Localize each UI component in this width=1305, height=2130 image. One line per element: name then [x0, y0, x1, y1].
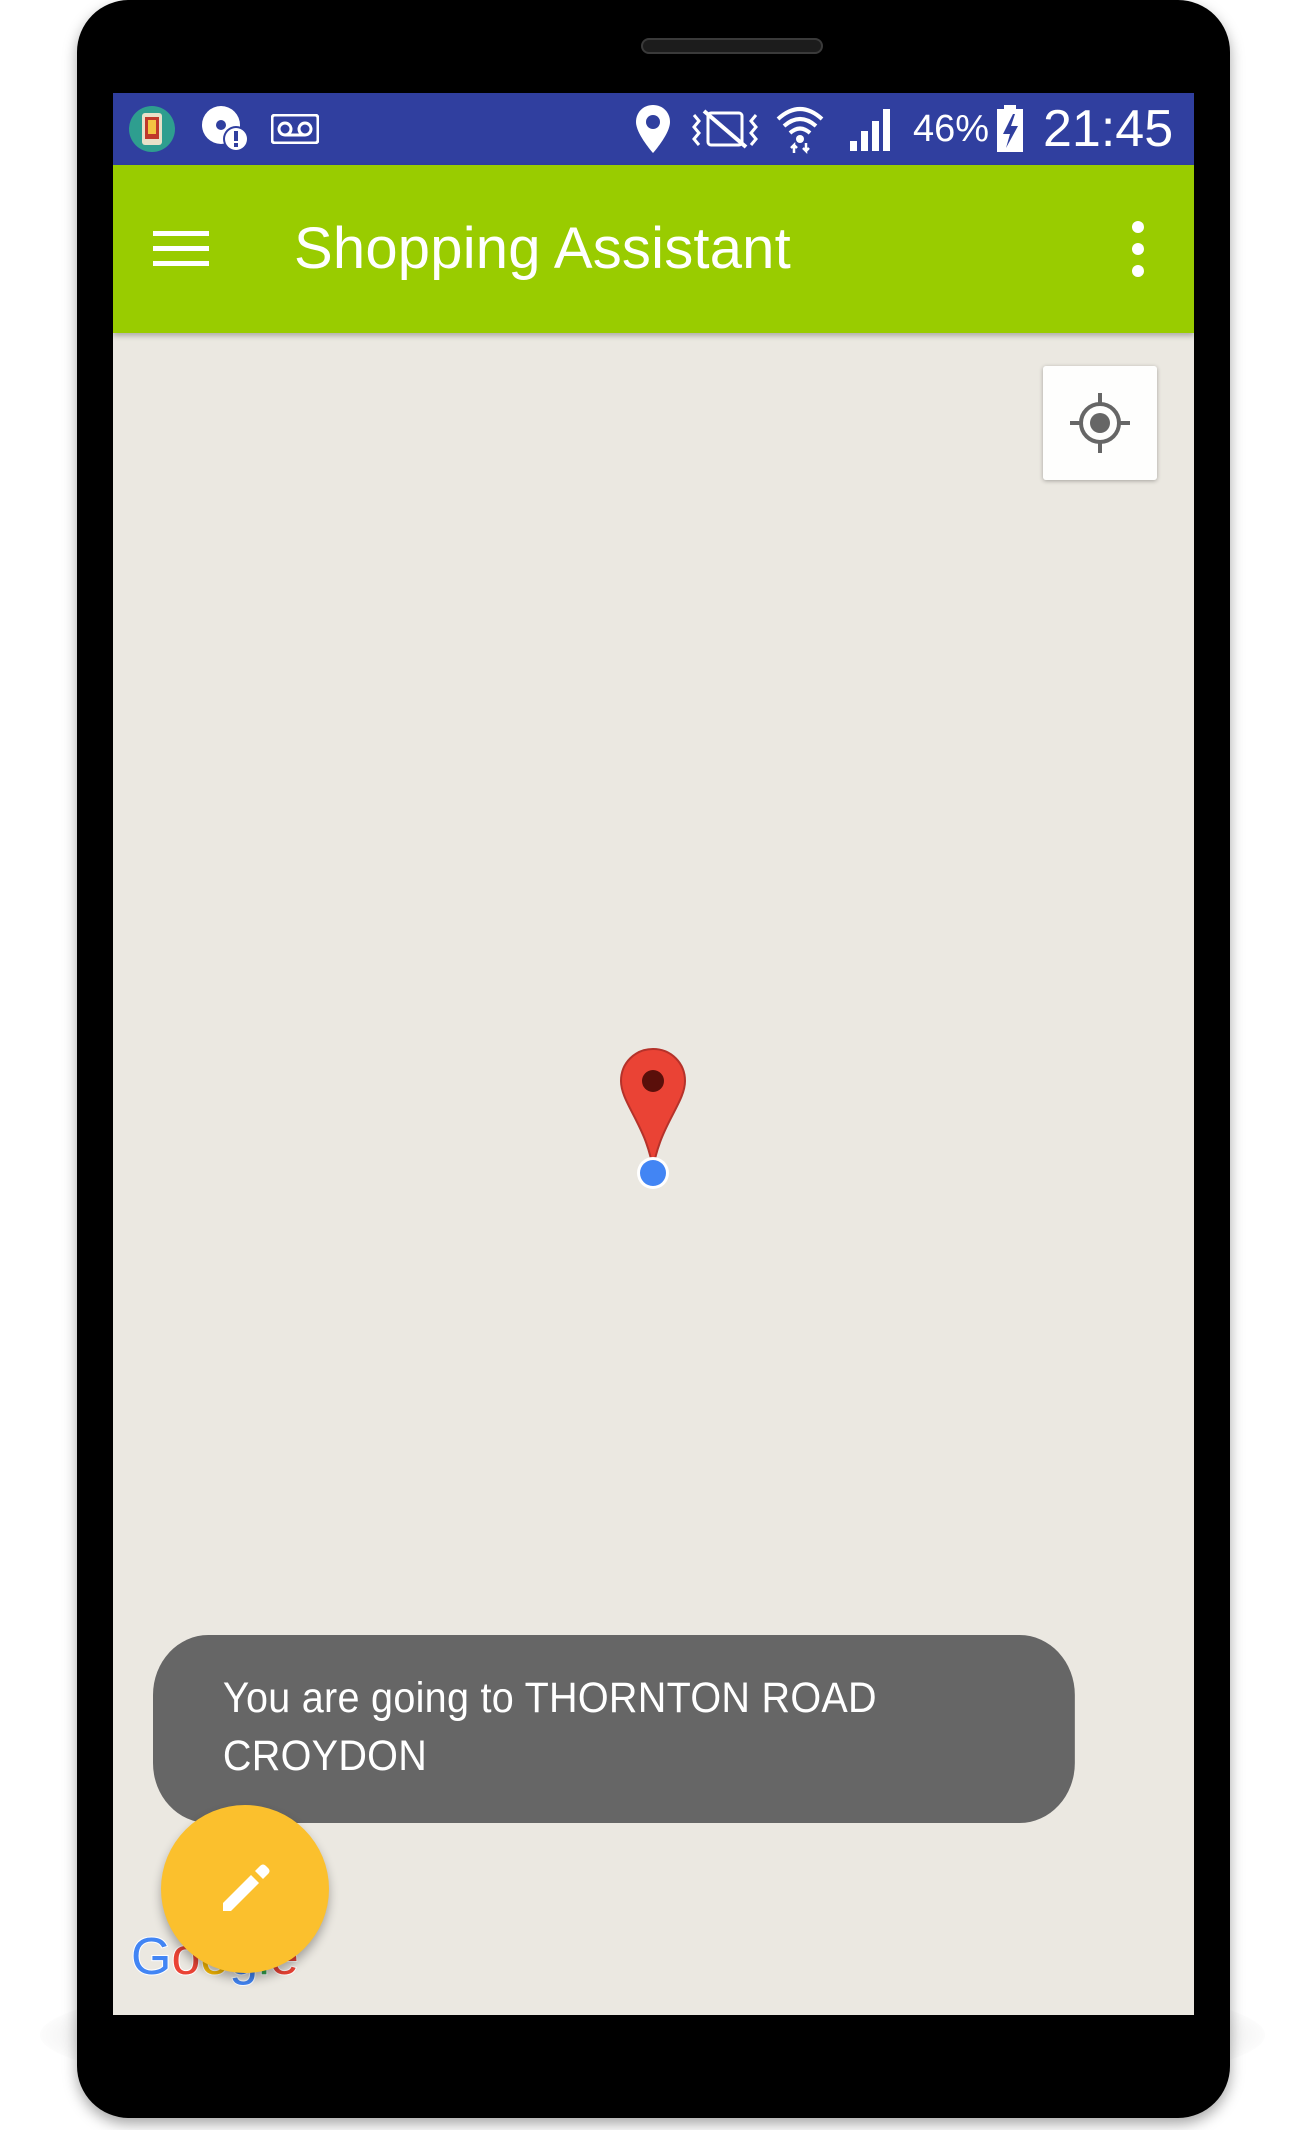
battery-charging-icon [995, 93, 1025, 165]
toast-message: You are going to THORNTON ROAD CROYDON [153, 1635, 1075, 1823]
app-title: Shopping Assistant [294, 216, 791, 281]
my-location-icon [1070, 393, 1130, 453]
map-pin-icon [619, 1047, 687, 1170]
clock-time: 21:45 [1043, 100, 1174, 158]
vibrate-icon [690, 93, 760, 165]
my-location-button[interactable] [1043, 366, 1157, 480]
status-bar: 46% 21:45 [113, 93, 1194, 165]
map-pin-marker[interactable] [618, 1047, 688, 1171]
pencil-edit-icon [223, 1864, 270, 1911]
navigation-menu-button[interactable] [151, 221, 211, 277]
disc-alert-icon [199, 93, 251, 165]
edit-fab-button[interactable] [161, 1805, 329, 1973]
battery-percent-text: 46% [913, 108, 990, 150]
voicemail-icon [271, 93, 319, 165]
toast-text: You are going to THORNTON ROAD CROYDON [222, 1674, 877, 1780]
location-icon [634, 93, 672, 165]
google-logo-letter: G [130, 1927, 172, 1987]
hamburger-menu-icon [153, 231, 209, 266]
current-location-dot [636, 1156, 670, 1190]
device-frame-stage: 46% 21:45 Shopping Assistant You are goi… [0, 0, 1305, 2130]
earpiece-speaker [641, 38, 823, 54]
app-toolbar: Shopping Assistant [113, 165, 1194, 333]
more-vert-icon [1132, 221, 1144, 277]
overflow-menu-button[interactable] [1113, 215, 1163, 283]
phone-screen: 46% 21:45 Shopping Assistant You are goi… [113, 93, 1194, 2015]
app-notification-icon [127, 93, 177, 165]
wifi-icon [774, 93, 826, 165]
cell-signal-icon [846, 93, 898, 165]
